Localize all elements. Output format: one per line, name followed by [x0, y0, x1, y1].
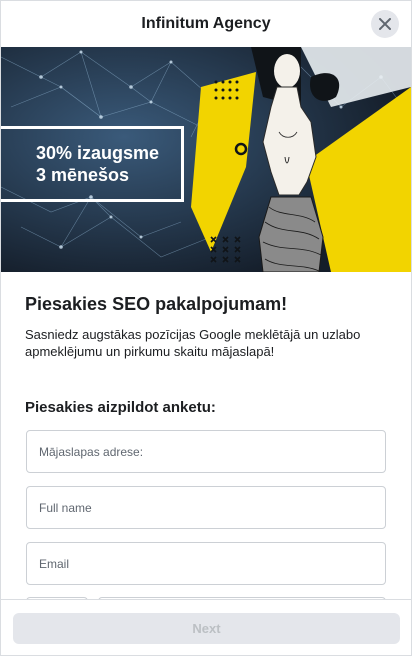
modal-title: Infinitum Agency: [141, 15, 271, 32]
lead-form-modal: Infinitum Agency 30% izaugsme 3 mēnešos …: [0, 0, 412, 656]
website-address-input[interactable]: [39, 444, 385, 459]
form-intro: Piesakies SEO pakalpojumam! Sasniedz aug…: [25, 272, 387, 418]
hero-headline-line-1: 30% izaugsme: [36, 143, 160, 163]
modal-header: Infinitum Agency: [1, 1, 411, 47]
form-title: Piesakies SEO pakalpojumam!: [25, 294, 288, 314]
form-section-title: Piesakies aizpildot anketu:: [25, 399, 216, 416]
email-input[interactable]: [39, 556, 385, 571]
email-field[interactable]: [26, 542, 386, 585]
modal-footer: Next: [1, 599, 411, 655]
hero-headline-box: 30% izaugsme 3 mēnešos: [1, 126, 184, 202]
hero-headline-line-2: 3 mēnešos: [36, 165, 130, 185]
close-button[interactable]: [371, 10, 399, 38]
website-address-field[interactable]: [26, 430, 386, 473]
form-description: Sasniedz augstākas pozīcijas Google mekl…: [25, 327, 361, 359]
next-button[interactable]: Next: [13, 613, 400, 644]
full-name-input[interactable]: [39, 500, 385, 515]
full-name-field[interactable]: [26, 486, 386, 529]
close-icon: [379, 18, 391, 30]
hero-banner: 30% izaugsme 3 mēnešos: [1, 47, 411, 272]
